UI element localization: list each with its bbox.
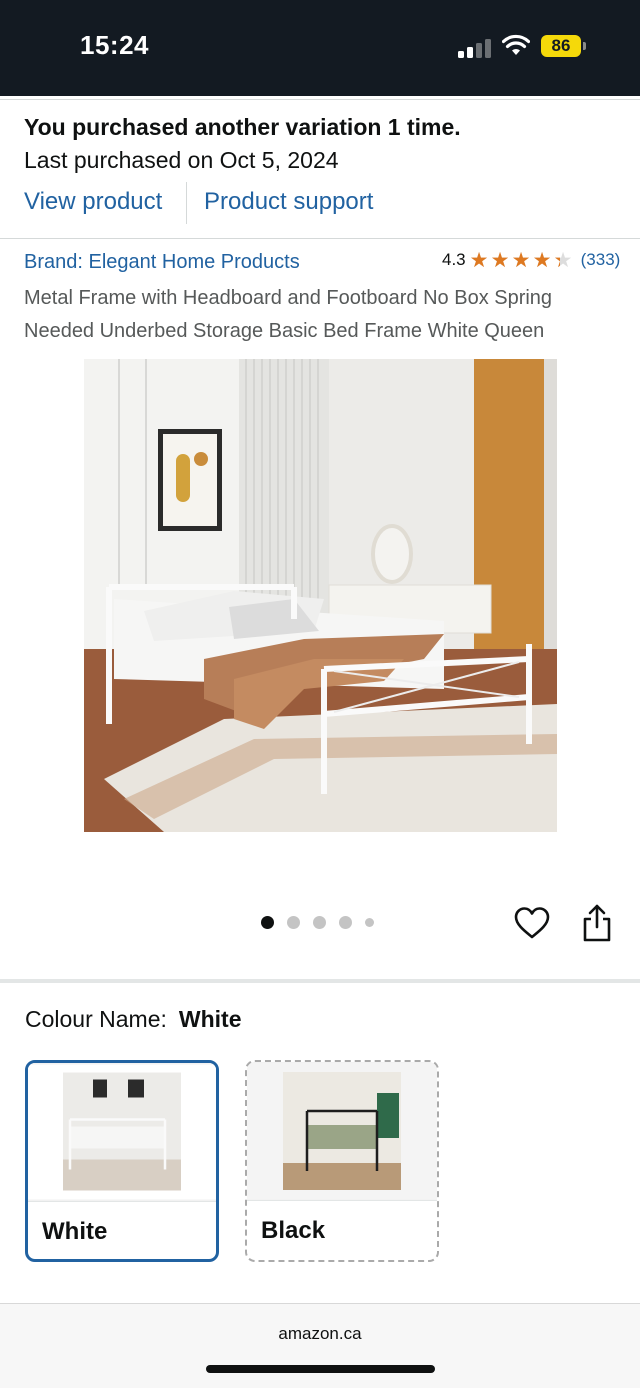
browser-bottom-bar — [0, 1303, 640, 1388]
image-carousel-dots[interactable] — [261, 916, 387, 929]
section-divider — [0, 979, 640, 983]
swatch-label: Black — [261, 1217, 326, 1244]
brand-link[interactable]: Brand: Elegant Home Products — [24, 251, 300, 274]
rating-summary[interactable]: 4.3 ★★ ★★ ★★ ★★ ★★ (333) — [442, 248, 620, 272]
star-icon: ★★ — [532, 248, 552, 272]
swatch-divider — [28, 1201, 216, 1202]
swatch-divider — [247, 1200, 437, 1201]
carousel-dot[interactable] — [339, 916, 352, 929]
colour-option-black[interactable]: Black — [245, 1060, 439, 1262]
wifi-icon — [502, 34, 530, 55]
carousel-dot[interactable] — [261, 916, 274, 929]
colour-option-white[interactable]: White — [25, 1060, 219, 1262]
swatch-image — [28, 1063, 216, 1201]
battery-icon: 86 — [541, 35, 581, 57]
purchase-notice-title: You purchased another variation 1 time. — [24, 114, 461, 140]
swatch-image — [247, 1062, 437, 1200]
carousel-dot[interactable] — [287, 916, 300, 929]
share-icon[interactable] — [582, 904, 612, 942]
product-support-link[interactable]: Product support — [204, 188, 373, 216]
cellular-signal-icon — [458, 38, 492, 58]
product-image[interactable] — [84, 359, 557, 832]
battery-tip — [583, 42, 586, 50]
selected-colour: White — [178, 1006, 242, 1032]
last-purchased-date: Last purchased on Oct 5, 2024 — [24, 147, 339, 173]
star-icon: ★★ — [469, 248, 489, 272]
heart-icon[interactable] — [514, 906, 550, 940]
carousel-dot[interactable] — [313, 916, 326, 929]
rating-count: (333) — [580, 250, 621, 269]
product-title: Metal Frame with Headboard and Footboard… — [24, 287, 553, 342]
url-bar[interactable]: amazon.ca — [0, 1324, 640, 1344]
link-divider — [186, 182, 187, 224]
swatch-label: White — [42, 1218, 108, 1245]
colour-label-text: Colour Name: — [25, 1006, 167, 1032]
star-rating: ★★ ★★ ★★ ★★ ★★ — [470, 250, 575, 271]
status-time: 15:24 — [80, 30, 149, 60]
view-product-link[interactable]: View product — [24, 188, 162, 216]
carousel-dot[interactable] — [365, 918, 374, 927]
star-icon: ★★ — [553, 248, 573, 272]
divider — [0, 238, 640, 239]
status-bar: 15:24 86 — [0, 0, 640, 96]
star-icon: ★★ — [490, 248, 510, 272]
home-indicator[interactable] — [206, 1365, 435, 1373]
star-icon: ★★ — [511, 248, 531, 272]
colour-label: Colour Name: White — [25, 1006, 242, 1033]
divider — [0, 99, 640, 100]
rating-value: 4.3 — [442, 250, 466, 269]
